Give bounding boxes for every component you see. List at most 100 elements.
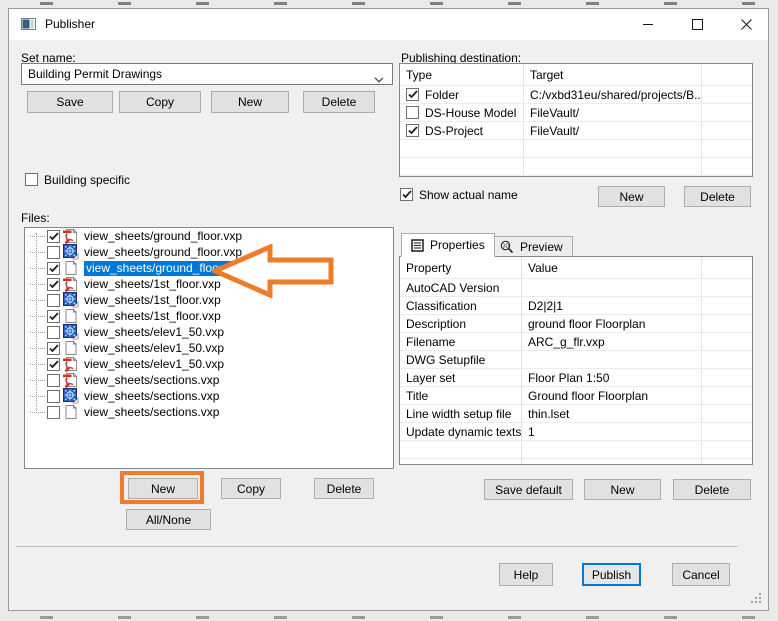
- file-checkbox[interactable]: [47, 230, 60, 243]
- destination-new-button[interactable]: New: [598, 186, 665, 207]
- tree-connector: [30, 236, 45, 237]
- building-specific-checkbox[interactable]: [25, 173, 38, 186]
- property-value[interactable]: ground floor Floorplan: [522, 315, 702, 333]
- file-name: view_sheets/elev1_50.vxp: [84, 357, 224, 372]
- files-all-none-button[interactable]: All/None: [126, 509, 211, 530]
- file-checkbox[interactable]: [47, 374, 60, 387]
- destination-table[interactable]: Type Target FolderC:/vxbd31eu/shared/pro…: [399, 63, 753, 177]
- maximize-icon: [692, 19, 703, 30]
- help-button[interactable]: Help: [499, 563, 553, 586]
- list-item[interactable]: view_sheets/elev1_50.vxp: [25, 340, 393, 356]
- destination-checkbox[interactable]: [406, 124, 419, 137]
- files-copy-button[interactable]: Copy: [221, 478, 281, 499]
- save-default-button[interactable]: Save default: [484, 479, 573, 500]
- properties-delete-button[interactable]: Delete: [673, 479, 751, 500]
- properties-header-row: Property Value: [400, 257, 752, 279]
- maximize-button[interactable]: [675, 9, 719, 39]
- file-checkbox[interactable]: [47, 246, 60, 259]
- destination-row[interactable]: DS-House ModelFileVault/: [400, 104, 752, 122]
- tree-connector: [30, 364, 45, 365]
- list-item[interactable]: view_sheets/ground_floor.vxp: [25, 260, 393, 276]
- file-checkbox[interactable]: [47, 358, 60, 371]
- property-name: Update dynamic texts: [400, 423, 522, 441]
- list-item[interactable]: view_sheets/1st_floor.vxp: [25, 292, 393, 308]
- pdf-file-icon: [63, 276, 79, 292]
- show-actual-name-checkbox[interactable]: [400, 188, 413, 201]
- property-value[interactable]: D2|2|1: [522, 297, 702, 315]
- property-value[interactable]: Floor Plan 1:50: [522, 369, 702, 387]
- file-checkbox[interactable]: [47, 278, 60, 291]
- properties-new-button[interactable]: New: [584, 479, 661, 500]
- destination-checkbox[interactable]: [406, 88, 419, 101]
- file-checkbox[interactable]: [47, 406, 60, 419]
- properties-table[interactable]: Property Value AutoCAD VersionClassifica…: [399, 256, 753, 465]
- tab-preview[interactable]: 3D Preview: [490, 236, 573, 257]
- destination-row[interactable]: Folder C:/vxbd31eu/shared/projects/B...: [400, 86, 752, 104]
- minimize-button[interactable]: [626, 9, 670, 39]
- properties-rows: AutoCAD VersionClassificationD2|2|1Descr…: [400, 279, 752, 465]
- show-actual-name-label: Show actual name: [419, 188, 518, 202]
- file-checkbox[interactable]: [47, 262, 60, 275]
- cancel-button[interactable]: Cancel: [672, 563, 730, 586]
- files-list[interactable]: view_sheets/ground_floor.vxpview_sheets/…: [24, 227, 394, 469]
- destination-checkbox[interactable]: [406, 106, 419, 119]
- property-value[interactable]: 1: [522, 423, 702, 441]
- file-checkbox[interactable]: [47, 326, 60, 339]
- file-name: view_sheets/elev1_50.vxp: [84, 325, 224, 340]
- property-value[interactable]: ARC_g_flr.vxp: [522, 333, 702, 351]
- pdf-file-icon: [63, 372, 79, 388]
- tree-connector: [30, 412, 45, 413]
- file-checkbox[interactable]: [47, 390, 60, 403]
- property-value[interactable]: [522, 351, 702, 369]
- list-item[interactable]: view_sheets/sections.vxp: [25, 372, 393, 388]
- set-name-combobox[interactable]: Building Permit Drawings: [21, 63, 393, 85]
- property-row: Descriptionground floor Floorplan: [400, 315, 752, 333]
- property-row: Layer setFloor Plan 1:50: [400, 369, 752, 387]
- tree-connector: [30, 380, 45, 381]
- list-item[interactable]: view_sheets/ground_floor.vxp: [25, 228, 393, 244]
- highlight-rectangle-annotation: [120, 471, 204, 504]
- close-button[interactable]: [724, 9, 768, 39]
- files-delete-button[interactable]: Delete: [314, 478, 374, 499]
- set-delete-button[interactable]: Delete: [303, 91, 375, 113]
- publish-button[interactable]: Publish: [582, 563, 641, 586]
- file-checkbox[interactable]: [47, 310, 60, 323]
- destination-type-cell: Folder: [400, 86, 524, 104]
- doc-file-icon: [63, 260, 79, 276]
- tree-connector: [30, 300, 45, 301]
- property-row: DWG Setupfile: [400, 351, 752, 369]
- property-value[interactable]: Ground floor Floorplan: [522, 387, 702, 405]
- set-copy-button[interactable]: Copy: [119, 91, 201, 113]
- list-item[interactable]: view_sheets/ground_floor.vxp: [25, 244, 393, 260]
- list-item[interactable]: view_sheets/sections.vxp: [25, 388, 393, 404]
- destination-rows: FolderC:/vxbd31eu/shared/projects/B...DS…: [400, 86, 752, 176]
- destination-target: C:/vxbd31eu/shared/projects/B...: [524, 86, 702, 104]
- property-name: Filename: [400, 333, 522, 351]
- destination-row[interactable]: DS-ProjectFileVault/: [400, 122, 752, 140]
- tree-connector: [30, 284, 45, 285]
- pdf-file-icon: [63, 228, 79, 244]
- resize-grip[interactable]: [751, 593, 761, 603]
- property-value[interactable]: [522, 279, 702, 297]
- list-item[interactable]: view_sheets/1st_floor.vxp: [25, 276, 393, 292]
- list-item[interactable]: view_sheets/1st_floor.vxp: [25, 308, 393, 324]
- destination-type-cell: DS-House Model: [400, 104, 524, 122]
- file-checkbox[interactable]: [47, 342, 60, 355]
- list-item[interactable]: view_sheets/elev1_50.vxp: [25, 356, 393, 372]
- property-row: [400, 441, 752, 459]
- destination-col-type: Type: [400, 64, 524, 86]
- property-name: AutoCAD Version: [400, 279, 522, 297]
- list-item[interactable]: view_sheets/sections.vxp: [25, 404, 393, 420]
- file-checkbox[interactable]: [47, 294, 60, 307]
- tab-properties[interactable]: Properties: [401, 233, 495, 257]
- destination-type: Folder: [425, 86, 459, 104]
- property-value[interactable]: thin.lset: [522, 405, 702, 423]
- list-item[interactable]: view_sheets/elev1_50.vxp: [25, 324, 393, 340]
- properties-icon: [411, 239, 424, 252]
- destination-row: [400, 140, 752, 158]
- set-new-button[interactable]: New: [211, 91, 289, 113]
- property-name: Classification: [400, 297, 522, 315]
- property-name: Description: [400, 315, 522, 333]
- set-save-button[interactable]: Save: [27, 91, 113, 113]
- destination-delete-button[interactable]: Delete: [684, 186, 751, 207]
